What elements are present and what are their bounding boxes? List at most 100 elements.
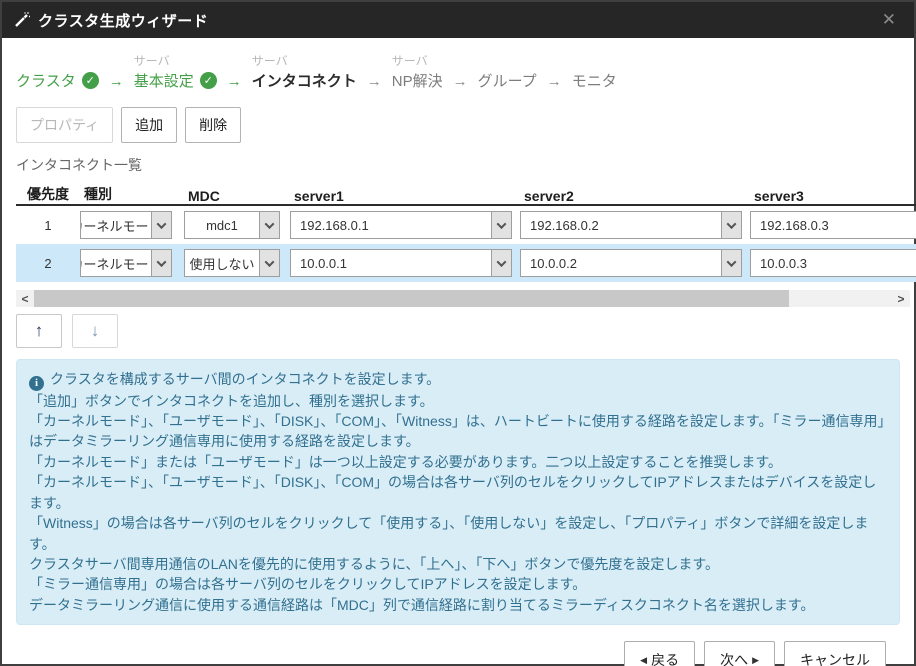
- server1-cell[interactable]: 192.168.0.1: [290, 211, 512, 239]
- server3-value: 192.168.0.3: [751, 212, 916, 238]
- step-np-resolution[interactable]: サーバ NP解決: [392, 52, 443, 91]
- table-row[interactable]: 2 カーネルモード 使用しない: [16, 244, 916, 282]
- step-basic-settings[interactable]: サーバ 基本設定 ✓: [134, 52, 217, 91]
- step-sublabel-empty: [572, 52, 617, 70]
- type-select[interactable]: カーネルモード: [80, 249, 172, 277]
- footer-buttons: ◀ 戻る 次へ ▶ キャンセル: [16, 625, 900, 666]
- wizard-wand-icon: [14, 12, 30, 28]
- server1-value: 10.0.0.1: [291, 250, 491, 276]
- move-down-button[interactable]: ↓: [72, 314, 118, 348]
- arrow-down-icon: ↓: [91, 321, 100, 341]
- mdc-select[interactable]: 使用しない: [184, 249, 280, 277]
- chevron-down-icon: [151, 250, 171, 276]
- mdc-select-value: mdc1: [185, 212, 259, 238]
- col-header-priority: 優先度: [16, 184, 80, 204]
- scrollbar-thumb[interactable]: [34, 290, 789, 307]
- info-line: データミラーリング通信に使用する通信経路は「MDC」列で通信経路に割り当てるミラ…: [29, 595, 887, 615]
- step-monitor-label: モニタ: [572, 70, 617, 91]
- delete-button[interactable]: 削除: [185, 107, 241, 143]
- step-cluster-label: クラスタ: [16, 70, 76, 91]
- priority-cell: 1: [16, 218, 80, 233]
- server3-cell[interactable]: 10.0.0.3: [750, 249, 916, 277]
- type-select-value: カーネルモード: [81, 250, 151, 276]
- move-up-button[interactable]: ↑: [16, 314, 62, 348]
- dialog-title: クラスタ生成ウィザード: [38, 10, 208, 31]
- info-line: 「Witness」の場合は各サーバ列のセルをクリックして「使用する」、「使用しな…: [29, 513, 887, 554]
- step-group-label: グループ: [478, 70, 537, 91]
- cancel-button[interactable]: キャンセル: [784, 641, 886, 666]
- arrow-icon: →: [99, 73, 134, 91]
- interconnect-table: 優先度 種別 MDC server1 server2 server3 1 カーネ…: [16, 180, 916, 282]
- mdc-select[interactable]: mdc1: [184, 211, 280, 239]
- scroll-left-icon[interactable]: <: [16, 290, 34, 307]
- back-button-label: 戻る: [651, 650, 679, 666]
- chevron-down-icon: [491, 212, 511, 238]
- server2-cell[interactable]: 192.168.0.2: [520, 211, 742, 239]
- type-select[interactable]: カーネルモード: [80, 211, 172, 239]
- step-np-label: NP解決: [392, 70, 443, 91]
- info-text: クラスタを構成するサーバ間のインタコネクトを設定します。: [50, 371, 440, 387]
- server2-value: 10.0.0.2: [521, 250, 721, 276]
- chevron-down-icon: [259, 212, 279, 238]
- chevron-down-icon: [491, 250, 511, 276]
- wizard-dialog: クラスタ生成ウィザード ✕ クラスタ ✓ → サーバ 基本設定 ✓ →: [0, 0, 916, 666]
- chevron-down-icon: [721, 212, 741, 238]
- step-basic-label: 基本設定: [134, 70, 194, 91]
- step-interconnect-label: インタコネクト: [252, 70, 357, 91]
- add-button[interactable]: 追加: [121, 107, 177, 143]
- info-line: クラスタサーバ間専用通信のLANを優先的に使用するように、「上へ」、「下へ」ボタ…: [29, 554, 887, 574]
- step-sublabel: サーバ: [252, 52, 357, 70]
- toolbar: プロパティ 追加 削除: [16, 107, 900, 143]
- step-monitor[interactable]: モニタ: [572, 52, 617, 91]
- triangle-right-icon: ▶: [752, 655, 759, 666]
- arrow-icon: →: [537, 73, 572, 91]
- info-line: 「カーネルモード」、「ユーザモード」、「DISK」、「COM」、「Witness…: [29, 411, 887, 452]
- table-header-row: 優先度 種別 MDC server1 server2 server3: [16, 180, 916, 206]
- step-sublabel-empty: [16, 52, 99, 70]
- info-icon: i: [29, 376, 44, 391]
- check-icon: ✓: [200, 72, 217, 89]
- check-icon: ✓: [82, 72, 99, 89]
- arrow-icon: →: [357, 73, 392, 91]
- server2-cell[interactable]: 10.0.0.2: [520, 249, 742, 277]
- server3-cell[interactable]: 192.168.0.3: [750, 211, 916, 239]
- next-button[interactable]: 次へ ▶: [704, 641, 775, 666]
- step-interconnect[interactable]: サーバ インタコネクト: [252, 52, 357, 91]
- chevron-down-icon: [721, 250, 741, 276]
- scrollbar-track[interactable]: [34, 290, 892, 307]
- col-header-mdc: MDC: [184, 188, 290, 204]
- interconnect-list-caption: インタコネクト一覧: [16, 155, 900, 175]
- triangle-left-icon: ◀: [640, 655, 647, 666]
- info-box: i クラスタを構成するサーバ間のインタコネクトを設定します。 「追加」ボタンでイン…: [16, 359, 900, 625]
- step-group[interactable]: グループ: [478, 52, 537, 91]
- info-line: 「カーネルモード」または「ユーザモード」は一つ以上設定する必要があります。二つ以…: [29, 452, 887, 472]
- priority-controls: ↑ ↓: [16, 314, 900, 348]
- server1-cell[interactable]: 10.0.0.1: [290, 249, 512, 277]
- back-button[interactable]: ◀ 戻る: [624, 641, 695, 666]
- chevron-down-icon: [151, 212, 171, 238]
- server3-value: 10.0.0.3: [751, 250, 916, 276]
- dialog-content: クラスタ ✓ → サーバ 基本設定 ✓ → サーバ インタコネクト →: [2, 38, 914, 666]
- step-sublabel: サーバ: [134, 52, 217, 70]
- scroll-right-icon[interactable]: >: [892, 290, 910, 307]
- wizard-steps: クラスタ ✓ → サーバ 基本設定 ✓ → サーバ インタコネクト →: [16, 52, 900, 91]
- info-line: 「ミラー通信専用」の場合は各サーバ列のセルをクリックしてIPアドレスを設定します…: [29, 574, 887, 594]
- col-header-type: 種別: [80, 184, 184, 204]
- chevron-down-icon: [259, 250, 279, 276]
- server2-value: 192.168.0.2: [521, 212, 721, 238]
- title-bar: クラスタ生成ウィザード ✕: [2, 2, 914, 38]
- horizontal-scrollbar[interactable]: < >: [16, 290, 910, 307]
- step-sublabel-empty: [478, 52, 537, 70]
- properties-button[interactable]: プロパティ: [16, 107, 113, 143]
- step-cluster[interactable]: クラスタ ✓: [16, 52, 99, 91]
- server1-value: 192.168.0.1: [291, 212, 491, 238]
- table-row[interactable]: 1 カーネルモード mdc1: [16, 206, 916, 244]
- close-icon[interactable]: ✕: [876, 10, 902, 30]
- mdc-select-value: 使用しない: [185, 250, 259, 276]
- info-line: 「カーネルモード」、「ユーザモード」、「DISK」、「COM」の場合は各サーバ列…: [29, 472, 887, 513]
- priority-cell: 2: [16, 256, 80, 271]
- step-sublabel: サーバ: [392, 52, 443, 70]
- info-line: 「追加」ボタンでインタコネクトを追加し、種別を選択します。: [29, 391, 887, 411]
- arrow-icon: →: [217, 73, 252, 91]
- info-line: i クラスタを構成するサーバ間のインタコネクトを設定します。: [29, 369, 887, 391]
